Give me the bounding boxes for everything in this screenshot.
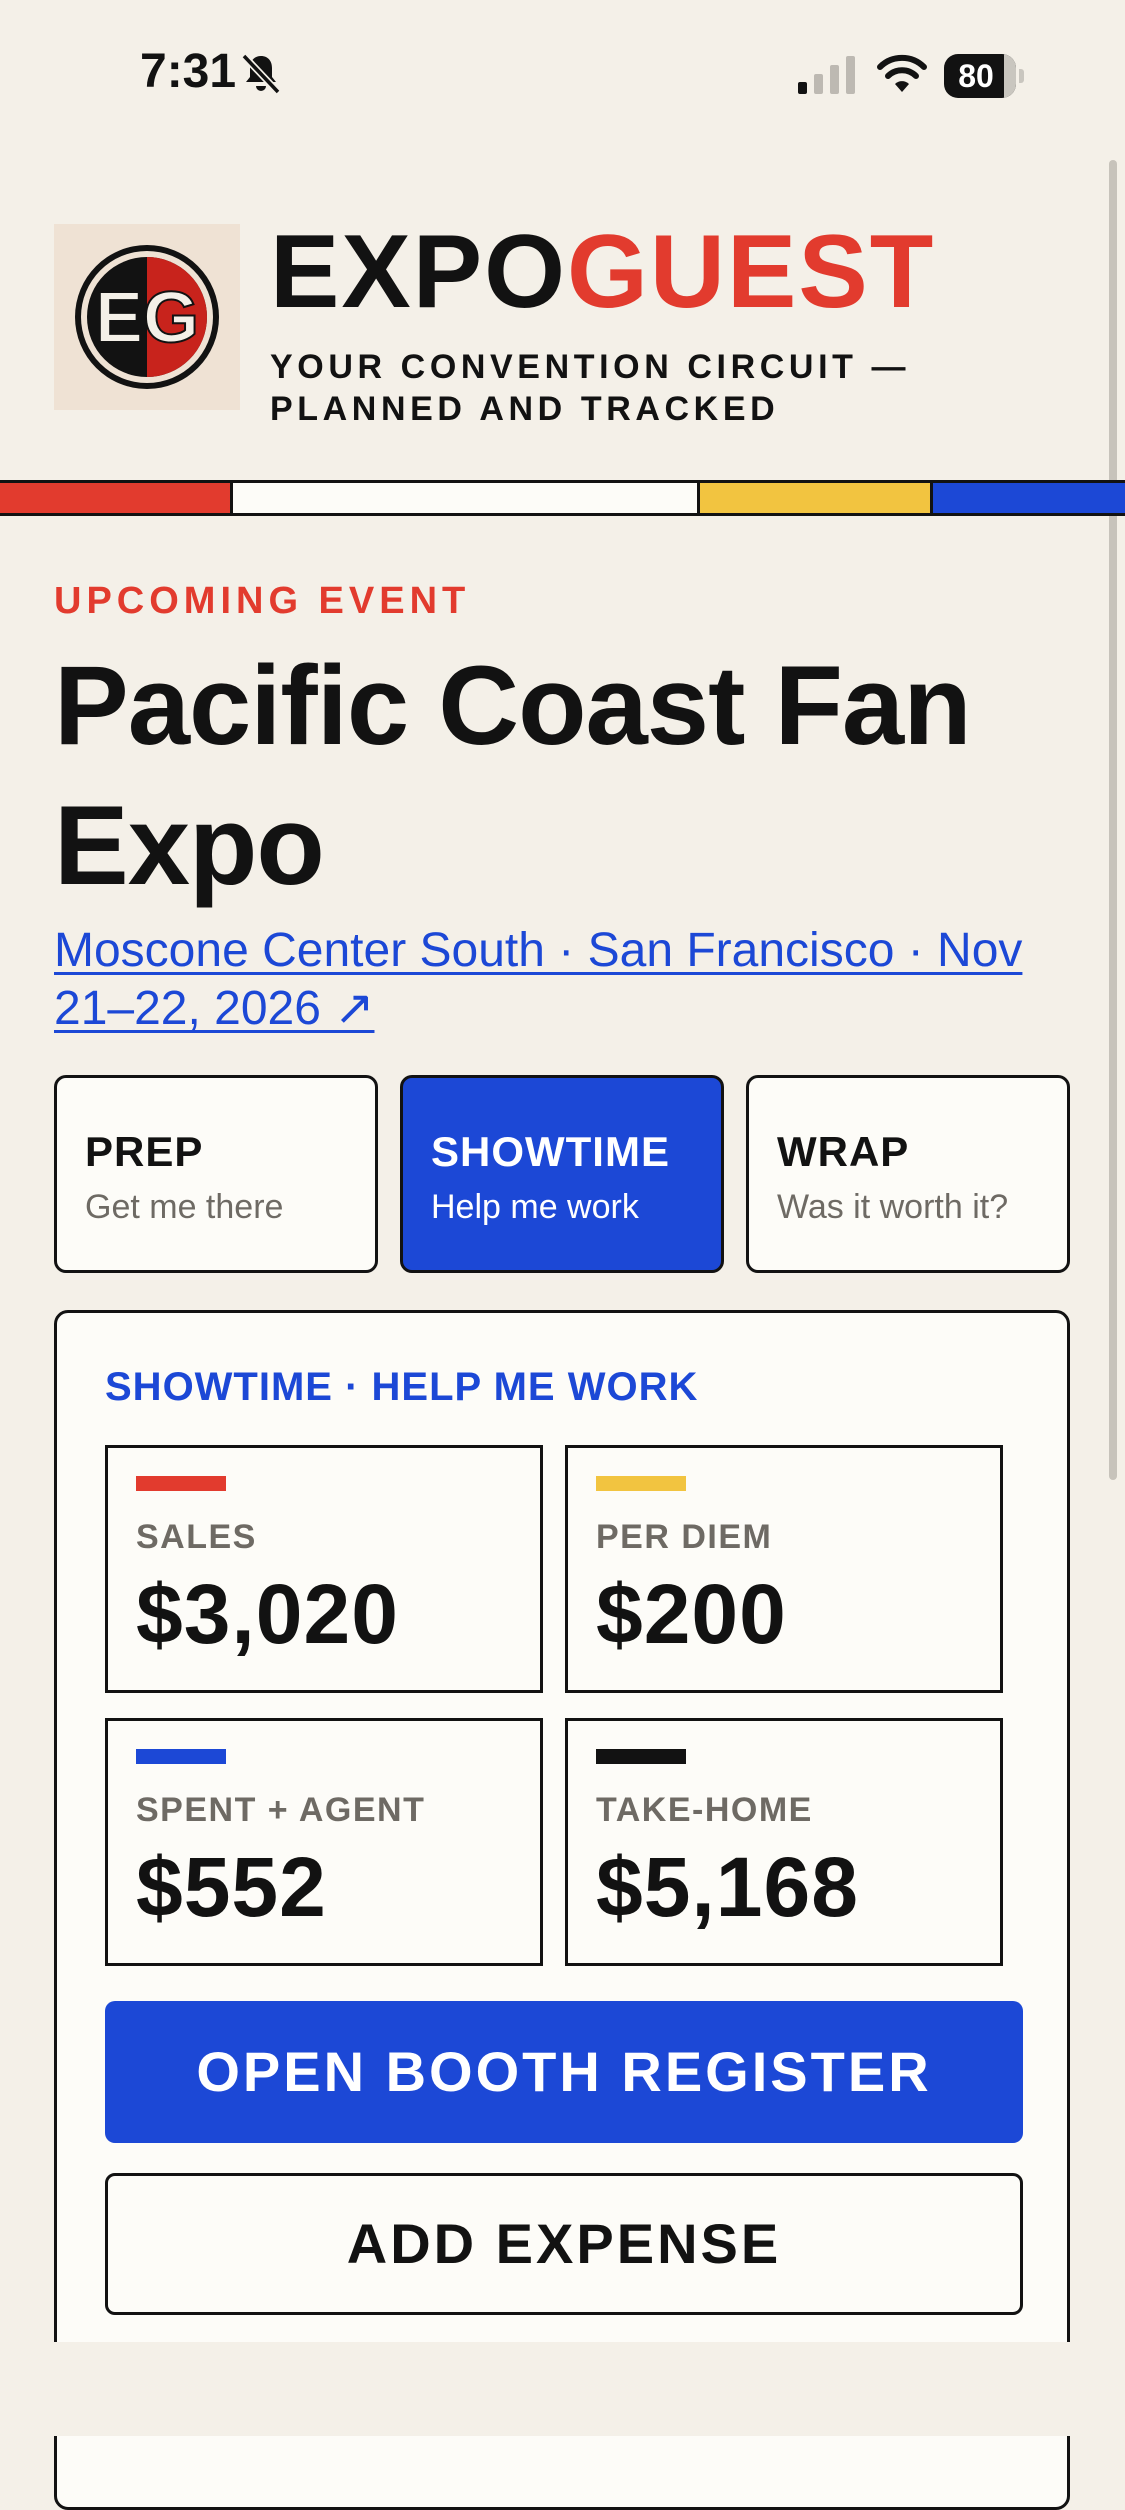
open-booth-register-button[interactable]: OPEN BOOTH REGISTER <box>105 2001 1023 2143</box>
stat-spent-agent: SPENT + AGENT $552 <box>105 1718 543 1966</box>
stat-value: $200 <box>596 1567 787 1661</box>
tab-subtitle: Get me there <box>85 1188 284 1226</box>
add-expense-button[interactable]: ADD EXPENSE <box>105 2173 1023 2315</box>
cellular-signal-icon <box>798 56 855 94</box>
stat-sales: SALES $3,020 <box>105 1445 543 1693</box>
bell-muted-icon <box>241 53 281 95</box>
stat-value: $3,020 <box>136 1567 399 1661</box>
svg-text:EG: EG <box>95 278 199 358</box>
battery-level: 80 <box>958 58 994 94</box>
stat-per-diem: PER DIEM $200 <box>565 1445 1003 1693</box>
accent-bar <box>596 1476 686 1491</box>
accent-bar <box>136 1476 226 1491</box>
tab-subtitle: Was it worth it? <box>777 1188 1009 1226</box>
tab-title: WRAP <box>777 1128 910 1175</box>
status-bar: 7:31 80 <box>0 0 1125 150</box>
battery-icon: 80 <box>944 54 1024 98</box>
event-title: Pacific Coast Fan Expo <box>54 643 972 908</box>
tab-subtitle: Help me work <box>431 1188 639 1226</box>
bottom-safe-area <box>0 2342 1125 2436</box>
stat-value: $552 <box>136 1840 327 1934</box>
tab-title: PREP <box>85 1128 204 1175</box>
event-eyebrow: UPCOMING EVENT <box>54 580 471 622</box>
stat-label: TAKE-HOME <box>596 1791 813 1829</box>
accent-bar <box>596 1749 686 1764</box>
scrollbar[interactable] <box>1109 160 1117 1480</box>
stat-take-home: TAKE-HOME $5,168 <box>565 1718 1003 1966</box>
card-title: SHOWTIME · HELP ME WORK <box>105 1365 699 1409</box>
color-stripe-divider <box>0 480 1125 516</box>
status-time: 7:31 <box>140 45 237 98</box>
accent-bar <box>136 1749 226 1764</box>
stat-label: PER DIEM <box>596 1518 773 1556</box>
tab-wrap[interactable]: WRAP Was it worth it? <box>746 1075 1070 1273</box>
event-venue-link[interactable]: Moscone Center South · San Francisco · N… <box>54 922 1074 1038</box>
showtime-card: SHOWTIME · HELP ME WORK SALES $3,020 PER… <box>54 1310 1070 2510</box>
tab-prep[interactable]: PREP Get me there <box>54 1075 378 1273</box>
wifi-icon <box>877 54 927 92</box>
app-brand: EXPOGUEST <box>270 214 936 330</box>
tab-title: SHOWTIME <box>431 1128 670 1175</box>
stat-label: SPENT + AGENT <box>136 1791 426 1829</box>
stat-value: $5,168 <box>596 1840 859 1934</box>
tab-showtime[interactable]: SHOWTIME Help me work <box>400 1075 724 1273</box>
app-tagline: YOUR CONVENTION CIRCUIT — PLANNED AND TR… <box>270 348 911 428</box>
stat-label: SALES <box>136 1518 257 1556</box>
expoguest-logo: EG <box>54 224 240 410</box>
